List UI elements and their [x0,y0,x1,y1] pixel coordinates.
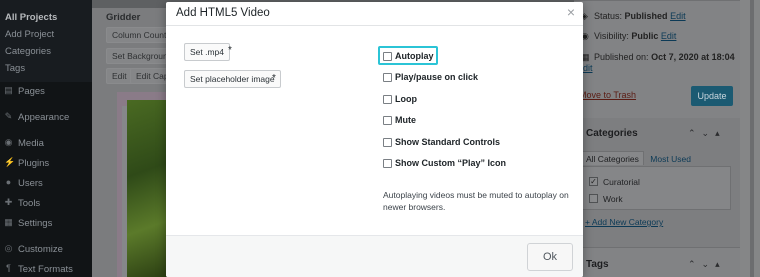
gridder-title: Gridder [106,12,141,23]
sidebar-item-plugins[interactable]: ⚡ Plugins [0,154,92,174]
appearance-icon: ✎ [4,111,13,121]
customize-icon: ◎ [4,243,13,253]
status-label: Status: [594,11,623,21]
sidebar-item-label: Media [18,138,44,149]
users-icon: ● [5,177,12,187]
plugins-icon: ⚡ [4,157,16,167]
sidebar-item-label: Pages [18,86,45,97]
category-checkbox-curatorial[interactable]: ✓ [589,177,598,186]
visibility-value: Public [631,31,659,41]
sidebar-item-text-formats[interactable]: ¶ Text Formats [0,260,92,277]
modal-header: Add HTML5 Video × [166,2,583,26]
update-button[interactable]: Update [691,86,733,106]
required-mark: * [272,73,276,84]
standard-controls-checkbox[interactable] [383,138,392,147]
tools-icon: ✚ [4,197,13,207]
category-checkbox-work[interactable] [589,194,598,203]
visibility-label: Visibility: [594,31,629,41]
play-pause-checkbox[interactable] [383,73,392,82]
sidebar-item-tools[interactable]: ✚ Tools [0,194,92,214]
autoplay-label: Autoplay [395,51,434,61]
status-edit-link[interactable]: Edit [670,11,686,21]
tab-most-used[interactable]: Most Used [646,152,695,166]
collapse-icon[interactable]: ▴ [715,259,726,269]
sidebar-item-settings[interactable]: ▦ Settings [0,214,92,234]
mute-checkbox[interactable] [383,116,392,125]
sidebar-item-appearance[interactable]: ✎ Appearance [0,108,92,128]
categories-title: Categories [586,128,638,139]
required-mark: * [228,45,232,56]
autoplay-checkbox[interactable] [383,52,392,61]
sidebar-item-users[interactable]: ● Users [0,174,92,194]
move-up-icon[interactable]: ⌃ [688,259,702,269]
close-icon[interactable]: × [567,5,575,19]
sidebar-item-label: Tools [18,198,41,209]
modal-footer: Ok [166,235,583,277]
move-to-trash-link[interactable]: Move to Trash [579,90,636,100]
add-video-modal: Add HTML5 Video × Set .mp4 * Set placeho… [166,2,583,277]
mute-label: Mute [395,115,416,125]
add-new-category-link[interactable]: + Add New Category [585,217,663,227]
tags-panel-controls: ⌃⌄▴ [688,259,726,270]
status-row: Status: Published Edit [594,11,686,21]
sidebar-item-label: Plugins [18,158,50,169]
sidebar-item-add-project[interactable]: Add Project [0,27,92,44]
tab-all-categories[interactable]: All Categories [581,151,644,165]
play-pause-label: Play/pause on click [395,72,479,82]
sidebar-item-label: Text Formats [18,264,73,275]
pages-icon: ▤ [4,85,13,95]
standard-controls-label: Show Standard Controls [395,137,501,147]
sidebar-item-tags[interactable]: Tags [0,61,92,78]
right-sidebar: ◈ Status: Published Edit ◉ Visibility: P… [574,0,740,277]
ok-button[interactable]: Ok [527,243,573,271]
category-label-work: Work [603,194,623,204]
category-label-curatorial: Curatorial [603,177,640,187]
column-count-button[interactable]: Column Count [106,27,173,43]
sidebar-item-label: Settings [18,218,53,229]
categories-tabs: All Categories Most Used [581,151,695,166]
published-edit-link[interactable]: dit [583,63,593,73]
sidebar-item-label: Users [18,178,43,189]
text-formats-icon: ¶ [6,263,11,273]
collapse-icon[interactable]: ▴ [715,128,726,138]
scrollbar-thumb[interactable] [750,0,754,277]
categories-panel-controls: ⌃⌄▴ [688,128,726,139]
sidebar-item-media[interactable]: ◉ Media [0,134,92,154]
custom-play-icon-checkbox[interactable] [383,159,392,168]
categories-list: ✓ Curatorial Work [581,166,731,210]
media-icon: ◉ [4,137,13,147]
visibility-edit-link[interactable]: Edit [661,31,677,41]
tags-title: Tags [586,259,609,270]
loop-label: Loop [395,94,417,104]
visibility-row: Visibility: Public Edit [594,31,676,41]
autoplay-note: Autoplaying videos must be muted to auto… [383,190,569,212]
sidebar-item-categories[interactable]: Categories [0,44,92,61]
sidebar-item-customize[interactable]: ◎ Customize [0,240,92,260]
published-value: Oct 7, 2020 at 18:04 [651,52,735,62]
projects-submenu: All Projects Add Project Categories Tags [0,0,92,82]
custom-play-icon-label: Show Custom “Play” Icon [395,158,507,168]
set-mp4-button[interactable]: Set .mp4 [184,43,231,61]
published-row: Published on: Oct 7, 2020 at 18:04 [594,52,735,62]
edit-button[interactable]: Edit [106,68,133,84]
published-label: Published on: [594,52,649,62]
publish-panel: ◈ Status: Published Edit ◉ Visibility: P… [574,0,740,118]
move-down-icon[interactable]: ⌄ [702,259,716,269]
move-up-icon[interactable]: ⌃ [688,128,702,138]
loop-checkbox[interactable] [383,95,392,104]
modal-title: Add HTML5 Video [176,7,270,19]
sidebar-item-all-projects[interactable]: All Projects [0,10,92,27]
set-placeholder-button[interactable]: Set placeholder image [184,70,281,88]
move-down-icon[interactable]: ⌄ [702,128,716,138]
admin-sidebar: All Projects Add Project Categories Tags… [0,0,92,277]
settings-icon: ▦ [4,217,13,227]
sidebar-item-label: Appearance [18,112,70,123]
sidebar-item-pages[interactable]: ▤ Pages [0,82,92,102]
sidebar-item-label: Customize [18,244,63,255]
status-value: Published [624,11,668,21]
